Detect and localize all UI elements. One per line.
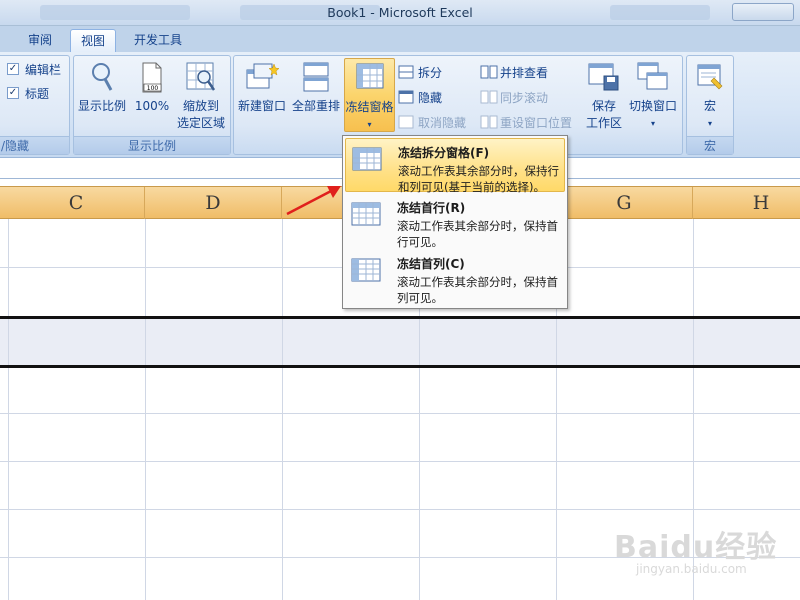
new-window-button[interactable]: 新建窗口 [236,58,288,128]
magnifier-icon [92,63,113,91]
unhide-button[interactable]: 取消隐藏 [418,114,466,131]
freeze-panes-label: 冻结窗格 [345,100,394,114]
side-by-side-icon [480,65,498,79]
unhide-icon [398,115,414,129]
sync-scrolling-button[interactable]: 同步滚动 [500,89,548,106]
column-header-h[interactable]: H [693,187,800,220]
new-window-icon [246,63,280,89]
switch-windows-icon [637,62,668,90]
group-label: 宏 [687,136,733,154]
switch-windows-button[interactable]: 切换窗口 ▾ [626,58,680,132]
split-icon [398,65,414,79]
switch-windows-label: 切换窗口 [628,99,677,113]
save-workspace-button[interactable]: 保存 工作区 [582,58,626,132]
group-macros: 宏 ▾ 宏 [686,55,734,155]
red-arrow-annotation [286,186,341,216]
reset-window-position-button[interactable]: 重设窗口位置 [500,114,572,131]
menu-item-title: 冻结首行(R) [397,201,466,215]
headings-label: 标题 [25,87,50,101]
ribbon-tab-row: 审阅 视图 开发工具 [0,26,800,52]
zoom-selection-label-1: 缩放到 [182,99,219,113]
arrange-all-icon [303,62,329,92]
grid-line [0,509,800,510]
group-show-hide: ✓ 编辑栏 ✓ 标题 /隐藏 [0,55,70,155]
grid-line [0,413,800,414]
hide-icon [398,90,414,104]
freeze-panes-button[interactable]: 冻结窗格 ▾ [344,58,395,132]
dropdown-arrow-icon: ▾ [367,120,372,129]
grid-line [145,219,146,600]
freeze-panes-icon [356,63,384,89]
reset-position-icon [480,115,498,129]
view-side-by-side-button[interactable]: 并排查看 [500,64,548,81]
page-100-icon: 100 [142,62,162,93]
column-header-c[interactable]: C [8,187,145,220]
zoom-100-button[interactable]: 100 100% [130,58,174,128]
freeze-top-row-icon [351,202,381,226]
title-bar: Book1 - Microsoft Excel [0,0,800,26]
save-workspace-icon [588,63,619,91]
zoom-selection-icon [186,62,216,91]
tab-review[interactable]: 审阅 [14,29,66,52]
group-zoom: 显示比例 100 100% 缩放到 选定区域 显示比例 [73,55,231,155]
arrange-all-button[interactable]: 全部重排 [290,58,342,128]
menu-item-title: 冻结首列(C) [397,257,465,271]
zoom-selection-label-2: 选定区域 [176,116,225,130]
arrange-all-label: 全部重排 [291,99,340,113]
formula-bar-label: 编辑栏 [25,63,62,77]
split-button[interactable]: 拆分 [418,64,442,81]
grid-line [282,219,283,600]
tab-developer[interactable]: 开发工具 [122,29,194,52]
save-workspace-label-1: 保存 [591,99,616,113]
zoom-label: 显示比例 [77,99,126,113]
menu-item-title: 冻结拆分窗格(F) [398,146,490,160]
new-window-label: 新建窗口 [237,99,286,113]
selected-row-border [0,365,800,368]
zoom-icon-text: 100 [147,85,159,92]
formula-bar-checkbox[interactable]: ✓ [7,63,19,75]
tab-view[interactable]: 视图 [70,29,116,52]
hide-button[interactable]: 隐藏 [418,89,442,106]
freeze-panes-icon [352,147,382,171]
zoom-button[interactable]: 显示比例 [76,58,128,128]
zoom-to-selection-button[interactable]: 缩放到 选定区域 [174,58,228,132]
menu-item-freeze-panes[interactable]: 冻结拆分窗格(F) 滚动工作表其余部分时，保持行和列可见(基于当前的选择)。 [345,138,565,194]
selected-row-border [0,316,800,319]
grid-line [0,461,800,462]
zoom-100-label: 100% [134,99,170,113]
freeze-panes-menu: 冻结拆分窗格(F) 滚动工作表其余部分时，保持行和列可见(基于当前的选择)。 冻… [342,135,568,309]
save-workspace-label-2: 工作区 [585,116,622,130]
freeze-first-column-icon [351,258,381,282]
column-header-g[interactable]: G [556,187,693,220]
window-controls[interactable] [732,3,794,21]
grid-line [8,219,9,600]
menu-item-description: 滚动工作表其余部分时，保持首列可见。 [397,275,558,305]
column-header-d[interactable]: D [145,187,282,220]
watermark-brand: Baidu经验 [614,530,778,565]
group-label: 显示比例 [74,136,230,154]
sync-scrolling-icon [480,90,498,104]
menu-item-freeze-first-column[interactable]: 冻结首列(C) 滚动工作表其余部分时，保持首列可见。 [345,250,565,305]
menu-item-description: 滚动工作表其余部分时，保持首行可见。 [397,219,558,249]
headings-checkbox[interactable]: ✓ [7,87,19,99]
menu-item-freeze-top-row[interactable]: 冻结首行(R) 滚动工作表其余部分时，保持首行可见。 [345,194,565,249]
menu-item-description: 滚动工作表其余部分时，保持行和列可见(基于当前的选择)。 [398,164,559,194]
macros-label: 宏 [703,99,716,113]
macro-icon [697,64,723,90]
group-label: /隐藏 [0,136,69,154]
dropdown-arrow-icon: ▾ [707,119,712,128]
dropdown-arrow-icon: ▾ [650,119,655,128]
window-title: Book1 - Microsoft Excel [327,5,473,20]
macros-button[interactable]: 宏 ▾ [689,58,731,132]
baidu-watermark: Baidu经验 jingyan.baidu.com [614,522,777,576]
selected-row[interactable] [0,319,800,365]
